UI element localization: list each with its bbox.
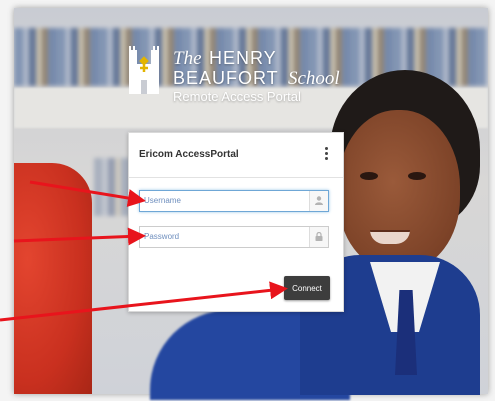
password-field xyxy=(139,226,329,248)
username-input[interactable] xyxy=(140,191,304,209)
panel-header: Ericom AccessPortal xyxy=(129,133,343,178)
school-logo: The HENRY BEAUFORT School Remote Access … xyxy=(127,44,347,104)
student-eye-right xyxy=(408,172,426,180)
username-field xyxy=(139,190,329,212)
user-icon xyxy=(315,196,323,205)
password-addon xyxy=(309,227,328,247)
password-input[interactable] xyxy=(140,227,304,245)
username-addon xyxy=(309,191,328,211)
logo-henry: HENRY xyxy=(209,48,277,68)
login-panel: Ericom AccessPortal Connect xyxy=(128,132,344,312)
logo-the: The xyxy=(173,48,202,69)
panel-title: Ericom AccessPortal xyxy=(139,149,239,160)
vertical-ellipsis-icon[interactable] xyxy=(323,145,329,165)
student-face xyxy=(338,110,460,270)
castle-crest-icon xyxy=(129,46,159,94)
screenshot-frame: The HENRY BEAUFORT School Remote Access … xyxy=(0,0,495,401)
logo-portal-subtitle: Remote Access Portal xyxy=(173,89,301,104)
logo-beaufort: BEAUFORT xyxy=(173,68,279,88)
connect-button[interactable]: Connect xyxy=(284,276,330,300)
lock-icon xyxy=(315,232,323,241)
logo-school: School xyxy=(288,68,340,89)
student-eye-left xyxy=(360,172,378,180)
red-jacket-person xyxy=(14,163,92,394)
